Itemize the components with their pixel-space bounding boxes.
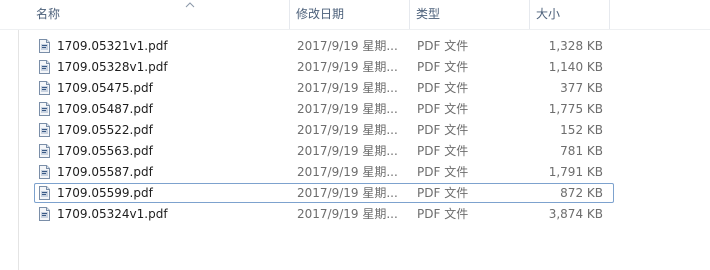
file-modified: 2017/9/19 星期... — [297, 186, 398, 200]
file-type: PDF 文件 — [417, 186, 469, 200]
file-row-selected[interactable]: 1709.05599.pdf 2017/9/19 星期... PDF 文件 87… — [34, 183, 614, 203]
file-size: 781 KB — [560, 144, 603, 158]
file-list-pane: 名称 修改日期 类型 大小 1709.05321v1.pdf 2017/9/19… — [0, 0, 710, 270]
file-row[interactable]: 1709.05587.pdf 2017/9/19 星期... PDF 文件 1,… — [34, 162, 614, 182]
file-row[interactable]: 1709.05475.pdf 2017/9/19 星期... PDF 文件 37… — [34, 78, 614, 98]
file-row[interactable]: 1709.05563.pdf 2017/9/19 星期... PDF 文件 78… — [34, 141, 614, 161]
file-modified: 2017/9/19 星期... — [297, 39, 398, 53]
file-type: PDF 文件 — [417, 60, 469, 74]
file-modified: 2017/9/19 星期... — [297, 165, 398, 179]
file-name: 1709.05328v1.pdf — [57, 60, 168, 74]
file-type: PDF 文件 — [417, 207, 469, 221]
file-name: 1709.05475.pdf — [57, 81, 153, 95]
column-header-size-label: 大小 — [536, 7, 561, 21]
file-modified: 2017/9/19 星期... — [297, 123, 398, 137]
file-type: PDF 文件 — [417, 81, 469, 95]
column-header-type[interactable]: 类型 — [410, 0, 530, 29]
file-name: 1709.05321v1.pdf — [57, 39, 168, 53]
column-header-modified[interactable]: 修改日期 — [290, 0, 410, 29]
pdf-file-icon — [39, 60, 50, 74]
pdf-file-icon — [39, 207, 50, 221]
file-size: 1,775 KB — [548, 102, 603, 116]
column-header-size[interactable]: 大小 — [530, 0, 610, 29]
file-name: 1709.05324v1.pdf — [57, 207, 168, 221]
file-name: 1709.05487.pdf — [57, 102, 153, 116]
file-name: 1709.05522.pdf — [57, 123, 153, 137]
file-type: PDF 文件 — [417, 123, 469, 137]
pdf-file-icon — [39, 165, 50, 179]
pdf-file-icon — [39, 81, 50, 95]
file-name: 1709.05599.pdf — [57, 186, 153, 200]
column-header-type-label: 类型 — [416, 7, 441, 21]
file-modified: 2017/9/19 星期... — [297, 60, 398, 74]
pane-divider — [18, 0, 19, 270]
file-row[interactable]: 1709.05321v1.pdf 2017/9/19 星期... PDF 文件 … — [34, 36, 614, 56]
pdf-file-icon — [39, 102, 50, 116]
file-type: PDF 文件 — [417, 102, 469, 116]
file-size: 1,140 KB — [548, 60, 603, 74]
file-size: 377 KB — [560, 81, 603, 95]
column-header-modified-label: 修改日期 — [296, 7, 345, 21]
file-size: 872 KB — [560, 186, 603, 200]
file-rows: 1709.05321v1.pdf 2017/9/19 星期... PDF 文件 … — [34, 36, 614, 225]
pdf-file-icon — [39, 186, 50, 200]
file-row[interactable]: 1709.05328v1.pdf 2017/9/19 星期... PDF 文件 … — [34, 57, 614, 77]
file-size: 152 KB — [560, 123, 603, 137]
pdf-file-icon — [39, 144, 50, 158]
file-modified: 2017/9/19 星期... — [297, 144, 398, 158]
file-size: 3,874 KB — [548, 207, 603, 221]
file-row[interactable]: 1709.05522.pdf 2017/9/19 星期... PDF 文件 15… — [34, 120, 614, 140]
column-header-name[interactable]: 名称 — [30, 0, 290, 29]
file-modified: 2017/9/19 星期... — [297, 81, 398, 95]
file-size: 1,791 KB — [548, 165, 603, 179]
file-size: 1,328 KB — [548, 39, 603, 53]
file-row[interactable]: 1709.05487.pdf 2017/9/19 星期... PDF 文件 1,… — [34, 99, 614, 119]
pdf-file-icon — [39, 39, 50, 53]
file-name: 1709.05587.pdf — [57, 165, 153, 179]
file-row[interactable]: 1709.05324v1.pdf 2017/9/19 星期... PDF 文件 … — [34, 204, 614, 224]
file-modified: 2017/9/19 星期... — [297, 102, 398, 116]
file-modified: 2017/9/19 星期... — [297, 207, 398, 221]
file-type: PDF 文件 — [417, 39, 469, 53]
file-type: PDF 文件 — [417, 165, 469, 179]
column-header-name-label: 名称 — [36, 7, 61, 21]
file-name: 1709.05563.pdf — [57, 144, 153, 158]
sort-ascending-icon — [185, 1, 195, 9]
pdf-file-icon — [39, 123, 50, 137]
column-header-bar: 名称 修改日期 类型 大小 — [0, 0, 710, 30]
file-type: PDF 文件 — [417, 144, 469, 158]
